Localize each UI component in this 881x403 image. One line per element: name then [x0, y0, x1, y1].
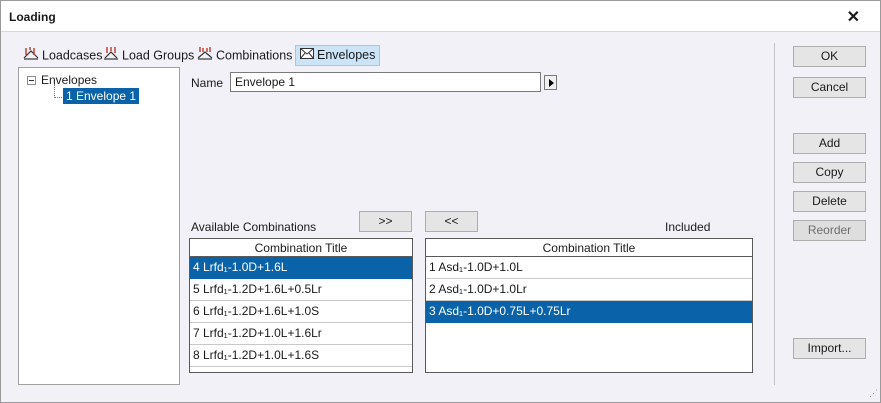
tab-label: Load Groups — [122, 48, 195, 63]
included-row[interactable]: 2 Asd₁-1.0D+1.0Lr — [426, 279, 752, 301]
resize-grip-icon[interactable]: ⋰ — [869, 388, 878, 399]
name-label: Name — [191, 76, 224, 90]
close-icon[interactable]: ✕ — [847, 7, 860, 27]
available-row[interactable]: 7 Lrfd₁-1.2D+1.0L+1.6Lr — [190, 323, 412, 345]
included-column-header: Combination Title — [426, 239, 752, 257]
tab-label: Loadcases — [42, 48, 103, 63]
window-title: Loading — [9, 10, 56, 24]
cancel-button[interactable]: Cancel — [793, 77, 866, 98]
tree-node-envelopes[interactable]: Envelopes — [27, 73, 97, 87]
combinations-icon — [197, 46, 213, 66]
tab-envelopes[interactable]: Envelopes — [295, 45, 381, 66]
available-row[interactable]: 4 Lrfd₁-1.0D+1.6L — [190, 257, 412, 279]
included-row[interactable]: 1 Asd₁-1.0D+1.0L — [426, 257, 752, 279]
remove-from-included-button[interactable]: << — [425, 211, 478, 232]
tab-combinations[interactable]: Combinations — [192, 45, 297, 66]
delete-button[interactable]: Delete — [793, 191, 866, 212]
available-combinations-grid[interactable]: Combination Title 4 Lrfd₁-1.0D+1.6L 5 Lr… — [189, 238, 413, 373]
reorder-button[interactable]: Reorder — [793, 220, 866, 241]
divider — [774, 43, 775, 385]
add-to-included-button[interactable]: >> — [359, 211, 412, 232]
tab-loadcases[interactable]: Loadcases — [18, 45, 107, 66]
available-column-header: Combination Title — [190, 239, 412, 257]
tab-label: Envelopes — [317, 48, 376, 62]
available-combinations-label: Available Combinations — [191, 220, 317, 234]
tree-node-envelope-1[interactable]: 1 Envelope 1 — [63, 88, 140, 104]
tree-root-label: Envelopes — [41, 73, 98, 87]
loadcases-icon — [23, 46, 39, 66]
available-row[interactable]: 8 Lrfd₁-1.2D+1.0L+1.6S — [190, 345, 412, 367]
tab-load-groups[interactable]: Load Groups — [98, 45, 199, 66]
included-combinations-grid[interactable]: Combination Title 1 Asd₁-1.0D+1.0L 2 Asd… — [425, 238, 753, 373]
available-row[interactable]: 5 Lrfd₁-1.2D+1.6L+0.5Lr — [190, 279, 412, 301]
load-groups-icon — [103, 46, 119, 66]
import-button[interactable]: Import... — [793, 338, 866, 359]
ok-button[interactable]: OK — [793, 46, 866, 67]
name-menu-arrow-icon[interactable] — [544, 75, 557, 90]
envelope-tree[interactable]: Envelopes 1 Envelope 1 — [18, 67, 180, 385]
tab-label: Combinations — [216, 48, 293, 63]
add-button[interactable]: Add — [793, 133, 866, 154]
title-bar: Loading ✕ — [1, 1, 880, 32]
envelope-icon — [300, 46, 314, 65]
collapse-icon[interactable] — [27, 76, 36, 86]
tree-connector — [54, 84, 55, 98]
available-row[interactable]: 6 Lrfd₁-1.2D+1.6L+1.0S — [190, 301, 412, 323]
loading-dialog: Loading ✕ Loadcases Load Groups Combinat… — [0, 0, 881, 403]
name-field[interactable] — [230, 72, 541, 92]
included-row[interactable]: 3 Asd₁-1.0D+0.75L+0.75Lr — [426, 301, 752, 323]
included-label: Included — [665, 220, 711, 234]
copy-button[interactable]: Copy — [793, 162, 866, 183]
